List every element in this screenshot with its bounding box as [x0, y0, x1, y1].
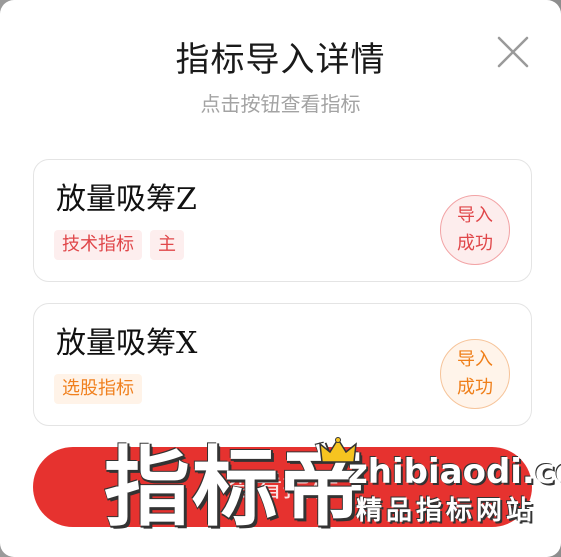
watermark-domain: zhibiaodi.com — [348, 452, 561, 492]
import-status-line: 成功 — [457, 233, 493, 254]
indicator-card[interactable]: 放量吸筹X 选股指标 导入 成功 — [33, 303, 532, 426]
indicator-import-modal: 指标导入详情 点击按钮查看指标 放量吸筹Z 技术指标 主 导入 成功 放量吸筹X… — [0, 0, 561, 557]
indicator-name: 放量吸筹X — [56, 326, 198, 361]
import-status-line: 成功 — [457, 377, 493, 398]
import-status-line: 导入 — [457, 349, 493, 370]
modal-subtitle: 点击按钮查看指标 — [200, 92, 361, 116]
indicator-tag: 选股指标 — [54, 374, 142, 404]
indicator-tag: 技术指标 — [54, 230, 142, 260]
indicator-tags: 技术指标 主 — [54, 230, 184, 260]
indicator-tags: 选股指标 — [54, 374, 142, 404]
indicator-tag: 主 — [150, 230, 184, 260]
import-status-badge: 导入 成功 — [440, 339, 510, 409]
import-status-line: 导入 — [457, 205, 493, 226]
indicator-name: 放量吸筹Z — [56, 182, 197, 217]
indicator-card[interactable]: 放量吸筹Z 技术指标 主 导入 成功 — [33, 159, 532, 282]
close-button[interactable] — [494, 33, 532, 71]
modal-title: 指标导入详情 — [175, 40, 386, 80]
watermark-slogan: 精品指标网站 — [356, 496, 537, 526]
import-status-badge: 导入 成功 — [440, 195, 510, 265]
close-icon — [497, 36, 529, 68]
